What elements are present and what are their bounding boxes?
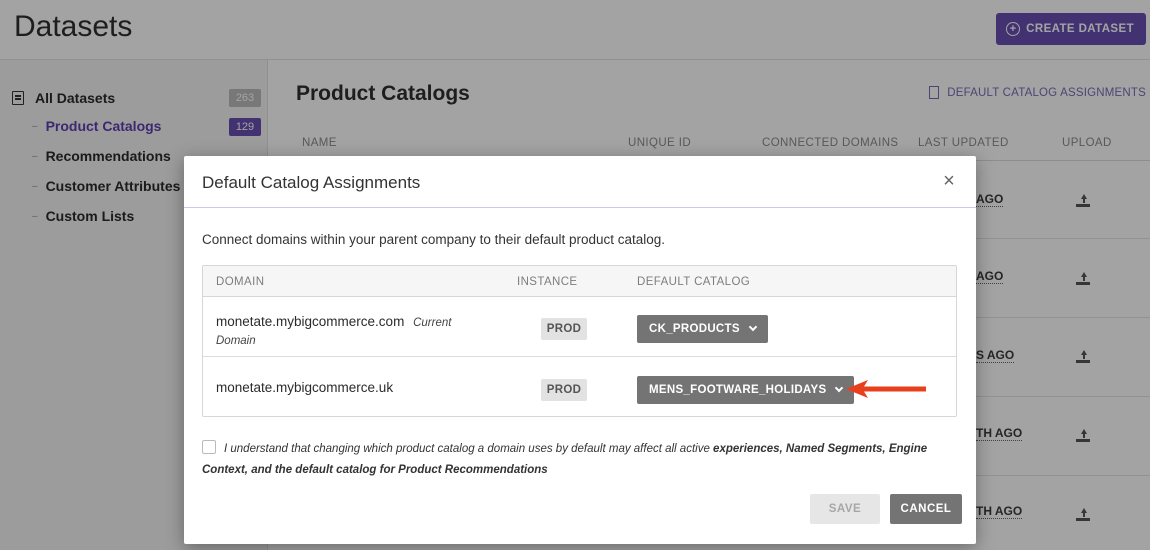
acknowledgement-checkbox[interactable]	[202, 440, 216, 454]
domain-name: monetate.mybigcommerce.com	[216, 314, 405, 329]
chevron-down-icon	[835, 383, 844, 393]
row-divider	[203, 356, 956, 357]
acknowledgement-text: I understand that changing which product…	[202, 439, 962, 481]
table-row: monetate.mybigcommerce.uk	[216, 380, 393, 395]
cancel-button[interactable]: CANCEL	[890, 494, 962, 524]
current-domain-note: Current	[413, 317, 452, 329]
default-catalog-assignments-dialog: Default Catalog Assignments × Connect do…	[184, 156, 976, 544]
column-header-default-catalog: DEFAULT CATALOG	[637, 276, 751, 288]
red-arrow-annotation-icon	[846, 380, 926, 398]
default-catalog-value: CK_PRODUCTS	[649, 323, 740, 335]
default-catalog-select[interactable]: CK_PRODUCTS	[637, 315, 768, 343]
column-header-instance: INSTANCE	[517, 276, 578, 288]
catalog-assignments-table: DOMAIN INSTANCE DEFAULT CATALOG monetate…	[202, 265, 957, 417]
domain-name: monetate.mybigcommerce.uk	[216, 380, 394, 395]
ack-bold-part: and the default catalog for Product Reco…	[251, 464, 548, 476]
dialog-title: Default Catalog Assignments	[202, 173, 421, 192]
dialog-header: Default Catalog Assignments ×	[184, 156, 976, 208]
save-button[interactable]: SAVE	[810, 494, 880, 524]
close-icon[interactable]: ×	[940, 171, 958, 191]
instance-badge: PROD	[541, 379, 587, 401]
table-row: monetate.mybigcommerce.com Current	[216, 314, 451, 329]
table-header: DOMAIN INSTANCE DEFAULT CATALOG	[203, 266, 956, 297]
current-domain-note-continued: Domain	[216, 335, 256, 347]
dialog-description: Connect domains within your parent compa…	[202, 232, 666, 247]
default-catalog-value: MENS_FOOTWARE_HOLIDAYS	[649, 384, 827, 396]
default-catalog-select[interactable]: MENS_FOOTWARE_HOLIDAYS	[637, 376, 855, 404]
column-header-domain: DOMAIN	[216, 276, 265, 288]
chevron-down-icon	[748, 322, 758, 332]
instance-badge: PROD	[541, 318, 587, 340]
ack-text-part: I understand that changing which product…	[224, 443, 714, 455]
